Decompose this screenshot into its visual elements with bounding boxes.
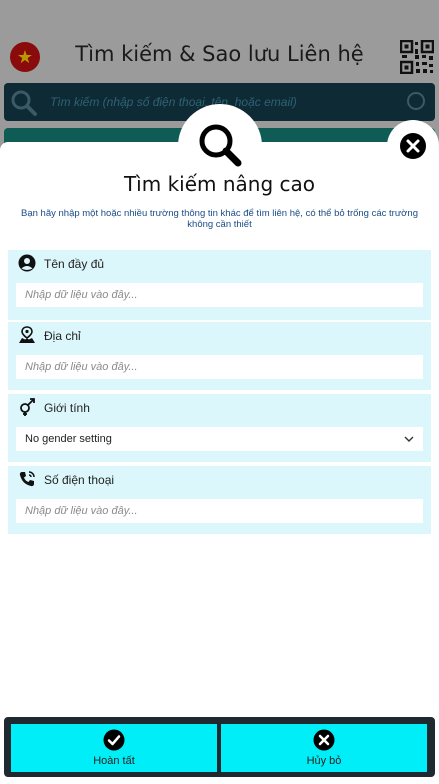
field-address: Địa chỉ: [8, 322, 431, 390]
qr-code-icon[interactable]: [399, 39, 435, 75]
field-label: Tên đầy đủ: [44, 257, 105, 271]
full-name-input[interactable]: [16, 283, 423, 307]
cancel-button-label: Hủy bỏ: [306, 755, 342, 767]
close-circle-icon: [313, 729, 335, 751]
gender-select[interactable]: No gender setting: [16, 427, 423, 451]
modal-title: Tìm kiếm nâng cao: [123, 172, 316, 196]
confirm-button[interactable]: Hoàn tất: [11, 724, 217, 772]
advanced-search-modal: [0, 142, 439, 784]
vietnam-flag-icon[interactable]: ★: [10, 42, 40, 72]
modal-footer: Hoàn tất Hủy bỏ: [4, 717, 435, 777]
field-phone: Số điện thoại: [8, 466, 431, 534]
check-circle-icon: [103, 729, 125, 751]
field-gender: Giới tính No gender setting: [8, 394, 431, 462]
close-button[interactable]: [387, 120, 439, 172]
app-title: Tìm kiếm & Sao lưu Liên hệ: [75, 42, 364, 66]
modal-description: Bạn hãy nhập một hoặc nhiều trường thông…: [21, 208, 418, 230]
field-label: Địa chỉ: [44, 329, 81, 343]
field-full-name: Tên đầy đủ: [8, 250, 431, 320]
confirm-button-label: Hoàn tất: [93, 755, 135, 767]
gender-icon: [18, 398, 36, 416]
search-icon: [199, 124, 242, 167]
cancel-button[interactable]: Hủy bỏ: [221, 724, 427, 772]
phone-input[interactable]: [16, 499, 423, 523]
close-icon: [400, 133, 426, 159]
address-input[interactable]: [16, 355, 423, 379]
map-pin-icon: [18, 326, 36, 344]
chevron-down-icon: [404, 436, 414, 442]
search-icon: [10, 89, 38, 122]
gender-select-value: No gender setting: [25, 433, 112, 445]
person-icon: [18, 254, 36, 272]
field-label: Số điện thoại: [44, 473, 115, 487]
phone-icon: [18, 470, 36, 488]
field-label: Giới tính: [44, 401, 90, 415]
globe-icon[interactable]: [407, 92, 425, 110]
search-placeholder: Tìm kiếm (nhập số điện thoại, tên, hoặc …: [50, 95, 297, 109]
